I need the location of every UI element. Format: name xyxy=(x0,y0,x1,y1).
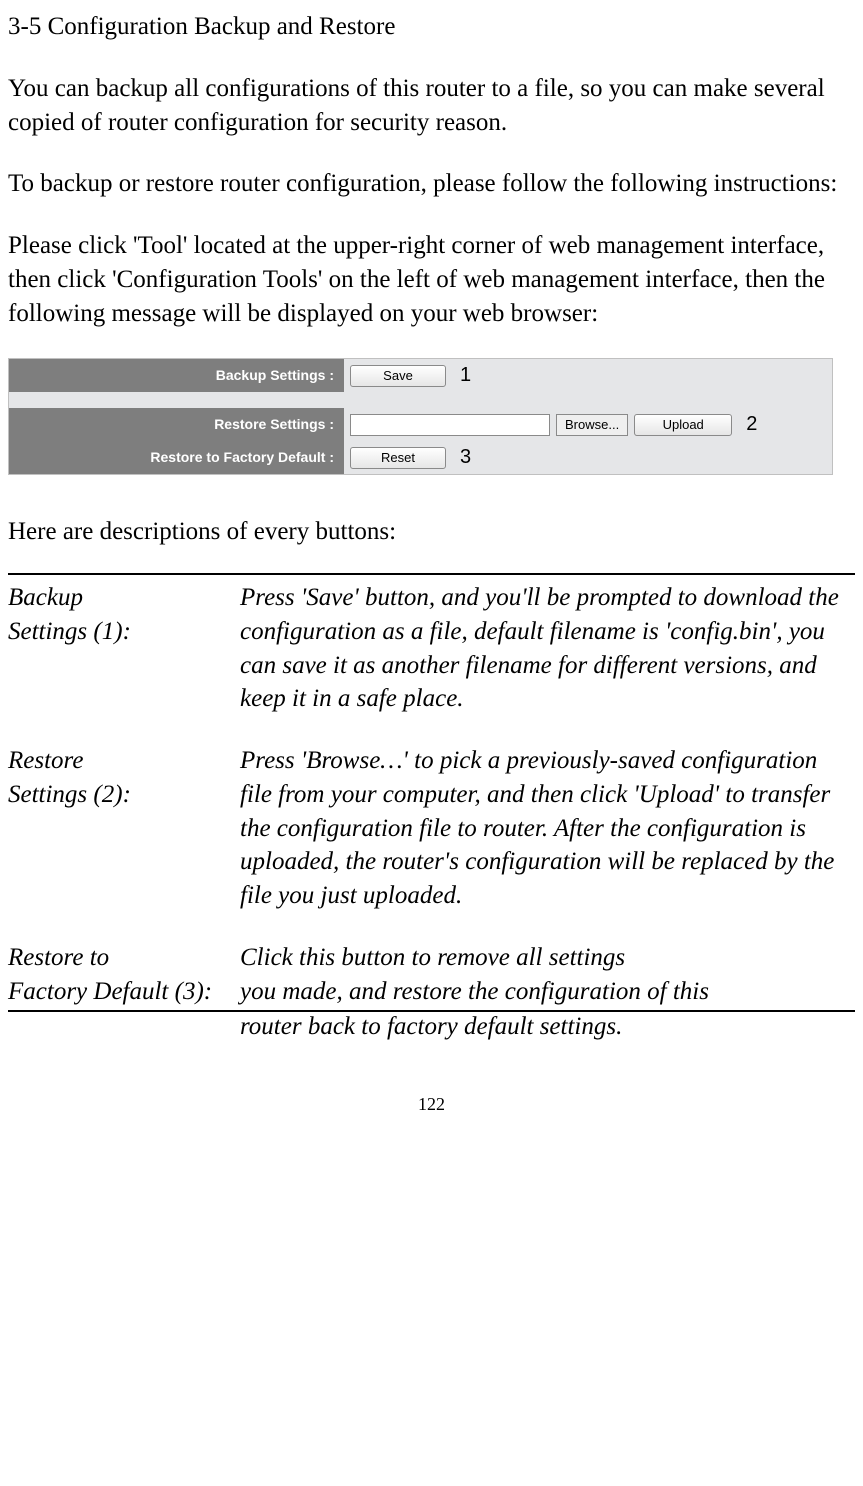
factory-default-row: Restore to Factory Default : Reset 3 xyxy=(9,441,832,474)
desc-label-restore: Restore Settings (2): xyxy=(8,744,240,913)
restore-settings-row: Restore Settings : Browse... Upload 2 xyxy=(9,408,832,441)
page-number: 122 xyxy=(8,1092,855,1116)
desc-text-factory-overflow: router back to factory default settings. xyxy=(240,1010,855,1044)
backup-settings-row: Backup Settings : Save 1 xyxy=(9,359,832,392)
desc-row-backup: Backup Settings (1): Press 'Save' button… xyxy=(8,581,855,716)
backup-settings-label: Backup Settings : xyxy=(9,366,344,385)
paragraph-intro-1: You can backup all configurations of thi… xyxy=(8,72,855,140)
descriptions-table: Backup Settings (1): Press 'Save' button… xyxy=(8,573,855,1012)
restore-file-input[interactable] xyxy=(350,414,550,436)
upload-button[interactable]: Upload xyxy=(634,414,732,436)
desc-text-factory-top: Click this button to remove all settings… xyxy=(240,941,855,1011)
desc-label-backup: Backup Settings (1): xyxy=(8,581,240,716)
descriptions-intro: Here are descriptions of every buttons: xyxy=(8,515,855,549)
desc-text-backup: Press 'Save' button, and you'll be promp… xyxy=(240,581,855,716)
reset-button[interactable]: Reset xyxy=(350,447,446,469)
section-heading: 3-5 Configuration Backup and Restore xyxy=(8,10,855,44)
desc-label-factory: Restore to Factory Default (3): xyxy=(8,941,240,1011)
paragraph-intro-3: Please click 'Tool' located at the upper… xyxy=(8,229,855,330)
desc-text-restore: Press 'Browse…' to pick a previously-sav… xyxy=(240,744,855,913)
annotation-2: 2 xyxy=(746,411,757,438)
factory-default-label: Restore to Factory Default : xyxy=(9,448,344,467)
config-tools-screenshot: Backup Settings : Save 1 Restore Setting… xyxy=(8,358,833,475)
browse-button[interactable]: Browse... xyxy=(556,414,628,436)
annotation-1: 1 xyxy=(460,362,471,389)
desc-row-factory: Restore to Factory Default (3): Click th… xyxy=(8,941,855,1011)
paragraph-intro-2: To backup or restore router configuratio… xyxy=(8,167,855,201)
save-button[interactable]: Save xyxy=(350,365,446,387)
restore-settings-label: Restore Settings : xyxy=(9,415,344,434)
annotation-3: 3 xyxy=(460,444,471,471)
desc-row-restore: Restore Settings (2): Press 'Browse…' to… xyxy=(8,744,855,913)
